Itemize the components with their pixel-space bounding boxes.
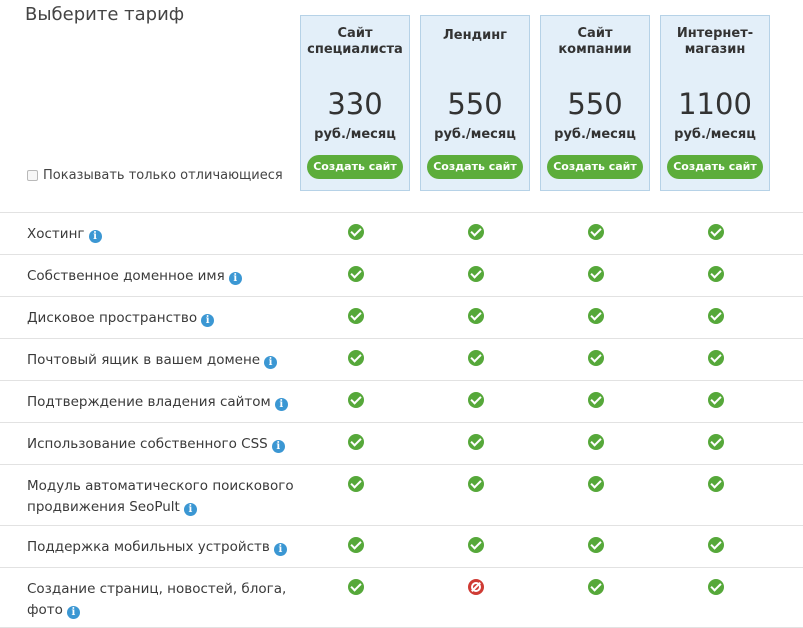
feature-label: Собственное доменное имя i <box>27 266 242 287</box>
page-title: Выберите тариф <box>25 4 185 25</box>
plan-name: Сайт специалиста <box>307 26 403 57</box>
check-icon <box>348 266 364 282</box>
feature-label: Дисковое пространство i <box>27 308 215 329</box>
check-icon <box>348 350 364 366</box>
feature-row: Подтверждение владения сайтом i <box>0 380 803 422</box>
feature-label-text: Собственное доменное имя <box>27 268 225 284</box>
check-icon <box>708 434 724 450</box>
check-icon <box>708 224 724 240</box>
plan-name: Интернет- магазин <box>676 26 754 57</box>
plan-unit: руб./месяц <box>554 127 636 142</box>
check-icon <box>348 392 364 408</box>
info-icon[interactable]: i <box>228 272 242 285</box>
plan-name: Лендинг <box>443 28 507 43</box>
info-icon[interactable]: i <box>66 606 80 619</box>
check-icon <box>348 434 364 450</box>
feature-row: Собственное доменное имя i <box>0 254 803 296</box>
check-icon <box>468 350 484 366</box>
check-icon <box>468 392 484 408</box>
check-icon <box>708 308 724 324</box>
feature-label-text: Дисковое пространство <box>27 310 198 326</box>
check-icon <box>708 392 724 408</box>
feature-label-text: Модуль автоматического поискового продви… <box>27 478 294 515</box>
check-icon <box>588 537 604 553</box>
feature-label: Поддержка мобильных устройств i <box>27 537 287 558</box>
feature-row: Создание страниц, новостей, блога, фото i <box>0 567 803 628</box>
feature-row: Модуль автоматического поискового продви… <box>0 464 803 525</box>
filter-label: Показывать только отличающиеся <box>43 168 283 183</box>
plan-price: 550 <box>447 87 503 121</box>
plan-name: Сайт компании <box>558 26 632 57</box>
plan-card-specialist: Сайт специалиста 330 руб./месяц Создать … <box>300 15 410 191</box>
check-icon <box>348 224 364 240</box>
check-icon <box>468 476 484 492</box>
check-icon <box>348 579 364 595</box>
info-icon[interactable]: i <box>271 440 285 453</box>
check-icon <box>588 392 604 408</box>
plan-price: 330 <box>327 87 383 121</box>
info-icon[interactable]: i <box>264 356 278 369</box>
feature-label: Использование собственного CSS i <box>27 434 285 455</box>
check-icon <box>708 579 724 595</box>
info-icon[interactable]: i <box>201 314 215 327</box>
check-icon <box>348 537 364 553</box>
feature-row: Хостинг i <box>0 212 803 254</box>
feature-label: Хостинг i <box>27 224 102 245</box>
create-site-button[interactable]: Создать сайт <box>307 155 403 179</box>
create-site-button[interactable]: Создать сайт <box>427 155 523 179</box>
info-icon[interactable]: i <box>273 543 287 556</box>
info-icon[interactable]: i <box>183 503 197 516</box>
check-icon <box>588 224 604 240</box>
check-icon <box>708 537 724 553</box>
plan-card-shop: Интернет- магазин 1100 руб./месяц Создат… <box>660 15 770 191</box>
check-icon <box>588 476 604 492</box>
check-icon <box>468 537 484 553</box>
feature-row: Использование собственного CSS i <box>0 422 803 464</box>
check-icon <box>588 266 604 282</box>
plan-unit: руб./месяц <box>674 127 756 142</box>
feature-row: Поддержка мобильных устройств i <box>0 525 803 567</box>
check-icon <box>588 350 604 366</box>
check-icon <box>348 476 364 492</box>
check-icon <box>588 579 604 595</box>
plan-unit: руб./месяц <box>434 127 516 142</box>
check-icon <box>348 308 364 324</box>
info-icon[interactable]: i <box>274 398 288 411</box>
create-site-button[interactable]: Создать сайт <box>667 155 763 179</box>
check-icon <box>468 308 484 324</box>
check-icon <box>588 308 604 324</box>
feature-label-text: Хостинг <box>27 226 85 242</box>
feature-label-text: Подтверждение владения сайтом <box>27 394 271 410</box>
plan-card-landing: Лендинг 550 руб./месяц Создать сайт <box>420 15 530 191</box>
feature-row: Дисковое пространство i <box>0 296 803 338</box>
check-icon <box>588 434 604 450</box>
forbidden-icon <box>468 579 484 595</box>
plan-unit: руб./месяц <box>314 127 396 142</box>
feature-label: Создание страниц, новостей, блога, фото i <box>27 579 286 621</box>
check-icon <box>708 476 724 492</box>
feature-label-text: Создание страниц, новостей, блога, фото <box>27 581 287 618</box>
feature-label-text: Поддержка мобильных устройств <box>27 539 270 555</box>
feature-label: Модуль автоматического поискового продви… <box>27 476 294 518</box>
info-icon[interactable]: i <box>88 230 102 243</box>
check-icon <box>468 266 484 282</box>
create-site-button[interactable]: Создать сайт <box>547 155 643 179</box>
feature-label: Подтверждение владения сайтом i <box>27 392 288 413</box>
filter-checkbox[interactable] <box>27 170 38 181</box>
feature-label-text: Использование собственного CSS <box>27 436 268 452</box>
feature-label-text: Почтовый ящик в вашем домене <box>27 352 261 368</box>
feature-label: Почтовый ящик в вашем домене i <box>27 350 278 371</box>
plan-card-company: Сайт компании 550 руб./месяц Создать сай… <box>540 15 650 191</box>
check-icon <box>708 266 724 282</box>
check-icon <box>468 224 484 240</box>
plan-price: 550 <box>567 87 623 121</box>
feature-row: Почтовый ящик в вашем домене i <box>0 338 803 380</box>
check-icon <box>708 350 724 366</box>
plan-price: 1100 <box>678 87 752 121</box>
check-icon <box>468 434 484 450</box>
filter-toggle[interactable]: Показывать только отличающиеся <box>27 168 283 183</box>
